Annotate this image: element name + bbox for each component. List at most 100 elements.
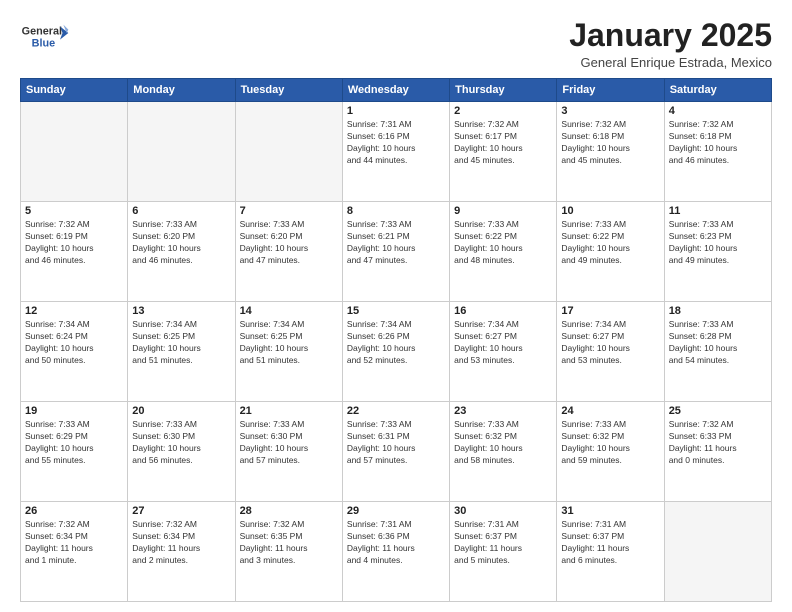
day-info: Sunrise: 7:32 AMSunset: 6:18 PMDaylight:… bbox=[561, 119, 659, 167]
day-info: Sunrise: 7:33 AMSunset: 6:28 PMDaylight:… bbox=[669, 319, 767, 367]
day-info: Sunrise: 7:33 AMSunset: 6:23 PMDaylight:… bbox=[669, 219, 767, 267]
calendar-week-row: 26 Sunrise: 7:32 AMSunset: 6:34 PMDayligh… bbox=[21, 502, 772, 602]
table-row: 6 Sunrise: 7:33 AMSunset: 6:20 PMDaylight… bbox=[128, 202, 235, 302]
day-info: Sunrise: 7:33 AMSunset: 6:30 PMDaylight:… bbox=[240, 419, 338, 467]
table-row: 24Sunrise: 7:33 AMSunset: 6:32 PMDayligh… bbox=[557, 402, 664, 502]
day-number: 27 bbox=[132, 505, 230, 517]
day-number: 7 bbox=[240, 205, 338, 217]
day-number: 16 bbox=[454, 305, 552, 317]
table-row: 21 Sunrise: 7:33 AMSunset: 6:30 PMDayligh… bbox=[235, 402, 342, 502]
table-row: 31Sunrise: 7:31 AMSunset: 6:37 PMDayligh… bbox=[557, 502, 664, 602]
day-number: 18 bbox=[669, 305, 767, 317]
calendar-header-row: Sunday Monday Tuesday Wednesday Thursday… bbox=[21, 79, 772, 102]
day-number: 2 bbox=[454, 105, 552, 117]
day-number: 12 bbox=[25, 305, 123, 317]
calendar-table: Sunday Monday Tuesday Wednesday Thursday… bbox=[20, 78, 772, 602]
day-info: Sunrise: 7:32 AMSunset: 6:18 PMDaylight:… bbox=[669, 119, 767, 167]
day-info: Sunrise: 7:32 AMSunset: 6:17 PMDaylight:… bbox=[454, 119, 552, 167]
day-info: Sunrise: 7:32 AMSunset: 6:34 PMDaylight:… bbox=[132, 519, 230, 567]
day-number: 6 bbox=[132, 205, 230, 217]
table-row: 27 Sunrise: 7:32 AMSunset: 6:34 PMDayligh… bbox=[128, 502, 235, 602]
day-info: Sunrise: 7:31 AMSunset: 6:16 PMDaylight:… bbox=[347, 119, 445, 167]
table-row: 7 Sunrise: 7:33 AMSunset: 6:20 PMDaylight… bbox=[235, 202, 342, 302]
day-info: Sunrise: 7:34 AMSunset: 6:25 PMDaylight:… bbox=[240, 319, 338, 367]
month-title: January 2025 bbox=[569, 18, 772, 53]
col-monday: Monday bbox=[128, 79, 235, 102]
table-row: 14 Sunrise: 7:34 AMSunset: 6:25 PMDayligh… bbox=[235, 302, 342, 402]
col-tuesday: Tuesday bbox=[235, 79, 342, 102]
day-info: Sunrise: 7:34 AMSunset: 6:27 PMDaylight:… bbox=[561, 319, 659, 367]
table-row: 13 Sunrise: 7:34 AMSunset: 6:25 PMDayligh… bbox=[128, 302, 235, 402]
col-wednesday: Wednesday bbox=[342, 79, 449, 102]
table-row: 30Sunrise: 7:31 AMSunset: 6:37 PMDayligh… bbox=[450, 502, 557, 602]
col-sunday: Sunday bbox=[21, 79, 128, 102]
page: General Blue January 2025 General Enriqu… bbox=[0, 0, 792, 612]
day-number: 15 bbox=[347, 305, 445, 317]
calendar-week-row: 12 Sunrise: 7:34 AMSunset: 6:24 PMDayligh… bbox=[21, 302, 772, 402]
table-row: 20 Sunrise: 7:33 AMSunset: 6:30 PMDayligh… bbox=[128, 402, 235, 502]
day-info: Sunrise: 7:34 AMSunset: 6:27 PMDaylight:… bbox=[454, 319, 552, 367]
day-info: Sunrise: 7:34 AMSunset: 6:26 PMDaylight:… bbox=[347, 319, 445, 367]
day-info: Sunrise: 7:33 AMSunset: 6:20 PMDaylight:… bbox=[132, 219, 230, 267]
table-row: 17 Sunrise: 7:34 AMSunset: 6:27 PMDayligh… bbox=[557, 302, 664, 402]
svg-text:Blue: Blue bbox=[32, 37, 55, 49]
day-info: Sunrise: 7:34 AMSunset: 6:25 PMDaylight:… bbox=[132, 319, 230, 367]
generalblue-logo-icon: General Blue bbox=[20, 18, 70, 58]
table-row: 19Sunrise: 7:33 AMSunset: 6:29 PMDayligh… bbox=[21, 402, 128, 502]
day-number: 21 bbox=[240, 405, 338, 417]
table-row bbox=[21, 102, 128, 202]
calendar-week-row: 1 Sunrise: 7:31 AMSunset: 6:16 PMDaylight… bbox=[21, 102, 772, 202]
day-info: Sunrise: 7:33 AMSunset: 6:32 PMDaylight:… bbox=[561, 419, 659, 467]
table-row: 18 Sunrise: 7:33 AMSunset: 6:28 PMDayligh… bbox=[664, 302, 771, 402]
day-number: 10 bbox=[561, 205, 659, 217]
day-info: Sunrise: 7:33 AMSunset: 6:20 PMDaylight:… bbox=[240, 219, 338, 267]
day-number: 20 bbox=[132, 405, 230, 417]
day-info: Sunrise: 7:33 AMSunset: 6:21 PMDaylight:… bbox=[347, 219, 445, 267]
day-number: 1 bbox=[347, 105, 445, 117]
title-block: January 2025 General Enrique Estrada, Me… bbox=[569, 18, 772, 70]
table-row: 8 Sunrise: 7:33 AMSunset: 6:21 PMDaylight… bbox=[342, 202, 449, 302]
table-row: 25 Sunrise: 7:32 AMSunset: 6:33 PMDayligh… bbox=[664, 402, 771, 502]
day-number: 30 bbox=[454, 505, 552, 517]
table-row: 4Sunrise: 7:32 AMSunset: 6:18 PMDaylight… bbox=[664, 102, 771, 202]
day-number: 9 bbox=[454, 205, 552, 217]
table-row: 5 Sunrise: 7:32 AMSunset: 6:19 PMDaylight… bbox=[21, 202, 128, 302]
day-info: Sunrise: 7:33 AMSunset: 6:31 PMDaylight:… bbox=[347, 419, 445, 467]
day-number: 14 bbox=[240, 305, 338, 317]
day-number: 8 bbox=[347, 205, 445, 217]
calendar-week-row: 5 Sunrise: 7:32 AMSunset: 6:19 PMDaylight… bbox=[21, 202, 772, 302]
table-row: 26 Sunrise: 7:32 AMSunset: 6:34 PMDayligh… bbox=[21, 502, 128, 602]
day-info: Sunrise: 7:33 AMSunset: 6:29 PMDaylight:… bbox=[25, 419, 123, 467]
table-row: 28Sunrise: 7:32 AMSunset: 6:35 PMDayligh… bbox=[235, 502, 342, 602]
svg-text:General: General bbox=[22, 26, 62, 38]
day-number: 26 bbox=[25, 505, 123, 517]
table-row: 16 Sunrise: 7:34 AMSunset: 6:27 PMDayligh… bbox=[450, 302, 557, 402]
day-info: Sunrise: 7:32 AMSunset: 6:34 PMDaylight:… bbox=[25, 519, 123, 567]
day-number: 13 bbox=[132, 305, 230, 317]
day-number: 22 bbox=[347, 405, 445, 417]
day-info: Sunrise: 7:34 AMSunset: 6:24 PMDaylight:… bbox=[25, 319, 123, 367]
day-info: Sunrise: 7:33 AMSunset: 6:32 PMDaylight:… bbox=[454, 419, 552, 467]
calendar-week-row: 19Sunrise: 7:33 AMSunset: 6:29 PMDayligh… bbox=[21, 402, 772, 502]
day-number: 5 bbox=[25, 205, 123, 217]
header: General Blue January 2025 General Enriqu… bbox=[20, 18, 772, 70]
day-number: 29 bbox=[347, 505, 445, 517]
table-row bbox=[235, 102, 342, 202]
day-number: 17 bbox=[561, 305, 659, 317]
table-row: 11Sunrise: 7:33 AMSunset: 6:23 PMDayligh… bbox=[664, 202, 771, 302]
day-info: Sunrise: 7:32 AMSunset: 6:19 PMDaylight:… bbox=[25, 219, 123, 267]
day-number: 25 bbox=[669, 405, 767, 417]
col-saturday: Saturday bbox=[664, 79, 771, 102]
day-info: Sunrise: 7:33 AMSunset: 6:30 PMDaylight:… bbox=[132, 419, 230, 467]
logo: General Blue bbox=[20, 18, 70, 58]
table-row: 3Sunrise: 7:32 AMSunset: 6:18 PMDaylight… bbox=[557, 102, 664, 202]
col-friday: Friday bbox=[557, 79, 664, 102]
subtitle: General Enrique Estrada, Mexico bbox=[569, 55, 772, 70]
table-row: 22 Sunrise: 7:33 AMSunset: 6:31 PMDayligh… bbox=[342, 402, 449, 502]
col-thursday: Thursday bbox=[450, 79, 557, 102]
table-row: 9Sunrise: 7:33 AMSunset: 6:22 PMDaylight… bbox=[450, 202, 557, 302]
day-number: 23 bbox=[454, 405, 552, 417]
day-info: Sunrise: 7:32 AMSunset: 6:33 PMDaylight:… bbox=[669, 419, 767, 467]
day-info: Sunrise: 7:33 AMSunset: 6:22 PMDaylight:… bbox=[561, 219, 659, 267]
table-row bbox=[664, 502, 771, 602]
